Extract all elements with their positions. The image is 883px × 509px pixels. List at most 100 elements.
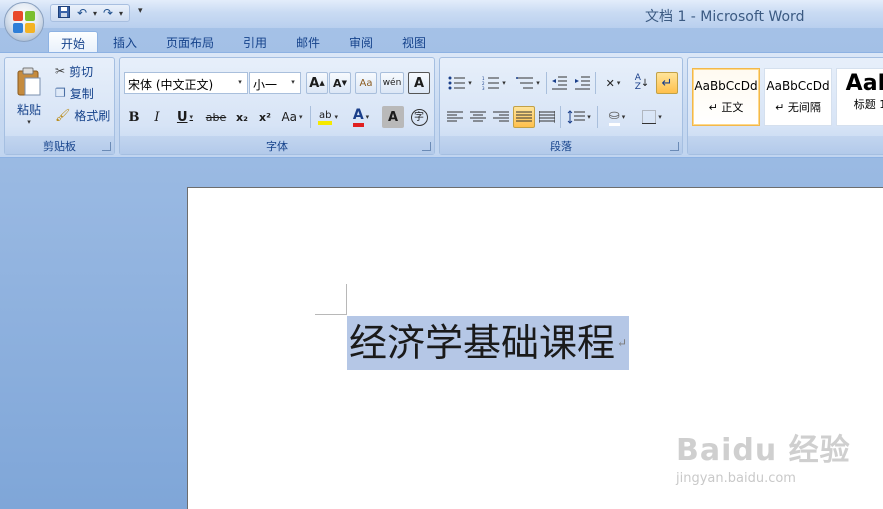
clipboard-group-label: 剪贴板 [5,136,114,154]
font-family-value: 宋体 (中文正文) [128,78,214,92]
paint-bucket-icon: ⛀ [608,108,620,126]
justify-icon [516,111,532,122]
phonetic-guide-button[interactable]: wén [380,72,404,94]
shrink-font-button[interactable]: A ▼ [329,72,351,94]
shading-button[interactable]: ⛀ ▾ [600,106,634,128]
undo-dropdown[interactable]: ▾ [93,9,97,18]
format-painter-label: 格式刷 [74,108,111,123]
multilevel-list-button[interactable]: ▾ [512,72,544,94]
paragraph-group: ▾ 1 2 3 ▾ ▾ ✕ ▾ A Z ↓ ↵ ▾ ⛀ ▾ ▾ 段落 [439,57,683,155]
baidu-watermark: Baidu 经验 jingyan.baidu.com [676,425,876,495]
style-heading-1[interactable]: AaB 标题 1 [836,68,883,126]
tab-mailings[interactable]: 邮件 [284,31,332,53]
enclose-char-button[interactable]: 字 [408,106,430,128]
paragraph-launcher-icon[interactable] [670,142,679,151]
tab-insert[interactable]: 插入 [101,31,149,53]
style-no-spacing[interactable]: AaBbCcDd ↵ 无间隔 [764,68,832,126]
font-size-select[interactable]: 小一 ▾ [249,72,301,94]
distributed-button[interactable] [536,106,558,128]
superscript-icon: x² [259,110,271,124]
numbering-button[interactable]: 1 2 3 ▾ [478,72,510,94]
multilevel-list-icon [516,77,534,89]
save-icon[interactable] [57,5,71,21]
font-size-value: 小一 [253,78,278,92]
strikethrough-icon: abe [205,110,227,124]
borders-button[interactable]: ▾ [636,106,668,128]
office-logo-icon [13,11,35,33]
title-bar: ↶ ▾ ↷ ▾ ▾ 文档 1 - Microsoft Word [0,0,883,28]
enclose-char-icon: 字 [410,108,428,126]
quick-access-toolbar: ↶ ▾ ↷ ▾ [50,4,131,22]
numbered-list-icon: 123 [482,76,500,90]
clipboard-launcher-icon[interactable] [102,142,111,151]
redo-dropdown[interactable]: ▾ [119,9,123,18]
subscript-button[interactable]: x₂ [231,106,253,128]
document-text: 经济学基础课程 [349,321,616,365]
chevron-down-icon: ▾ [238,78,242,86]
font-color-button[interactable]: A ▾ [346,106,376,128]
tab-references[interactable]: 引用 [231,31,279,53]
office-button[interactable] [4,2,44,42]
decrease-indent-button[interactable] [548,72,570,94]
margin-corner-mark [346,284,347,315]
line-spacing-button[interactable]: ▾ [563,106,595,128]
font-launcher-icon[interactable] [422,142,431,151]
customize-qat-button[interactable]: ▾ [138,6,143,16]
clear-format-button[interactable]: Aa [355,72,377,94]
bullets-button[interactable]: ▾ [444,72,476,94]
grow-font-button[interactable]: A ▲ [306,72,328,94]
format-painter-button[interactable]: 🖌 格式刷 [55,105,110,125]
paragraph-mark-icon: ↵ [661,75,673,91]
style-sample: AaBbCcDd [694,79,758,93]
show-marks-button[interactable]: ↵ [656,72,678,94]
style-name: ↵ 无间隔 [775,101,821,114]
cut-button[interactable]: ✂ 剪切 [55,61,93,81]
subscript-icon: x₂ [236,110,248,124]
undo-icon[interactable]: ↶ [75,6,89,20]
redo-icon[interactable]: ↷ [101,6,115,20]
align-center-button[interactable] [467,106,489,128]
cut-label: 剪切 [69,64,94,79]
strikethrough-button[interactable]: abe [203,106,229,128]
style-normal[interactable]: AaBbCcDd ↵ 正文 [692,68,760,126]
italic-icon: I [154,109,160,125]
ribbon-tabs: 开始 插入 页面布局 引用 邮件 审阅 视图 [0,28,883,53]
font-group-label: 字体 [120,136,434,154]
highlight-button[interactable]: ab ▾ [313,106,343,128]
bold-button[interactable]: B [124,106,144,128]
align-right-button[interactable] [490,106,512,128]
align-left-button[interactable] [444,106,466,128]
sort-button[interactable]: A Z ↓ [631,72,653,94]
char-shading-button[interactable]: A [382,106,404,128]
increase-indent-button[interactable] [571,72,593,94]
paste-button[interactable]: 粘贴 ▾ [9,60,49,132]
tab-review[interactable]: 审阅 [337,31,385,53]
copy-button[interactable]: ❐ 复制 [55,83,94,103]
underline-button[interactable]: U ▾ [170,106,200,128]
tab-home[interactable]: 开始 [48,31,99,53]
increase-indent-icon [575,76,590,90]
clipboard-group: 粘贴 ▾ ✂ 剪切 ❐ 复制 🖌 格式刷 剪贴板 [4,57,115,155]
grow-font-icon: A [309,75,320,91]
paste-icon [17,67,41,95]
char-border-icon: A [413,75,425,91]
brush-icon: 🖌 [55,108,71,122]
justify-button[interactable] [513,106,535,128]
clear-format-icon: Aa [359,77,373,89]
superscript-button[interactable]: x² [254,106,276,128]
tab-view[interactable]: 视图 [390,31,438,53]
font-family-select[interactable]: 宋体 (中文正文) ▾ [124,72,248,94]
bullet-list-icon [448,76,466,90]
paste-label: 粘贴 [16,102,41,117]
char-border-button[interactable]: A [408,72,430,94]
chevron-down-icon: ▾ [291,78,295,86]
style-sample: AaB [845,71,883,96]
change-case-button[interactable]: Aa ▾ [277,106,307,128]
underline-icon: U [176,109,188,125]
copy-icon: ❐ [55,86,66,100]
selected-document-text[interactable]: 经济学基础课程 ↵ [347,316,630,370]
tab-page-layout[interactable]: 页面布局 [154,31,226,53]
line-spacing-icon [567,110,586,124]
chinese-layout-button[interactable]: ✕ ▾ [597,72,629,94]
italic-button[interactable]: I [147,106,167,128]
